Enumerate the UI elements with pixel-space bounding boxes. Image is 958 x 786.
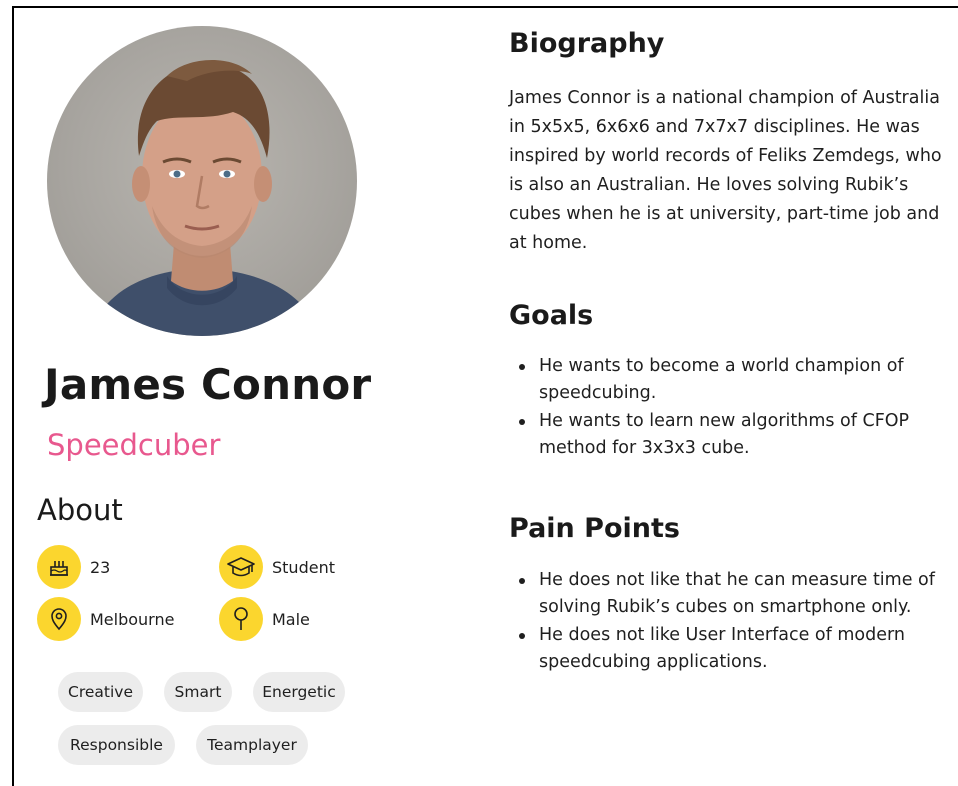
pain-points-heading: Pain Points: [509, 513, 680, 544]
gender-icon: [219, 597, 263, 641]
stat-gender-value: Male: [272, 609, 310, 629]
goals-list: He wants to become a world champion of s…: [517, 353, 957, 463]
persona-name: James Connor: [44, 360, 372, 409]
birthday-cake-icon: [37, 545, 81, 589]
stat-age-value: 23: [90, 557, 111, 577]
stat-occupation: Student: [219, 545, 335, 589]
stat-age: 23: [37, 545, 110, 589]
stat-occupation-value: Student: [272, 557, 335, 577]
biography-heading: Biography: [509, 28, 665, 59]
list-item: He does not like User Interface of moder…: [517, 622, 957, 676]
stat-city-value: Melbourne: [90, 609, 175, 629]
graduation-cap-icon: [219, 545, 263, 589]
stat-gender: Male: [219, 597, 310, 641]
trait-tag: Teamplayer: [196, 725, 308, 765]
trait-tag: Smart: [164, 672, 232, 712]
stat-city: Melbourne: [37, 597, 174, 641]
persona-role: Speedcuber: [47, 428, 221, 462]
pain-points-list: He does not like that he can measure tim…: [517, 567, 957, 677]
trait-tag: Energetic: [253, 672, 345, 712]
biography-text: James Connor is a national champion of A…: [509, 88, 942, 253]
list-item: He does not like that he can measure tim…: [517, 567, 957, 621]
list-item: He wants to learn new algorithms of CFOP…: [517, 408, 957, 462]
trait-tag: Creative: [58, 672, 143, 712]
person-photo: [87, 59, 322, 336]
trait-tag: Responsible: [58, 725, 175, 765]
profile-photo: [47, 26, 357, 336]
about-heading: About: [37, 493, 123, 527]
goals-heading: Goals: [509, 300, 594, 331]
location-pin-icon: [37, 597, 81, 641]
list-item: He wants to become a world champion of s…: [517, 353, 957, 407]
